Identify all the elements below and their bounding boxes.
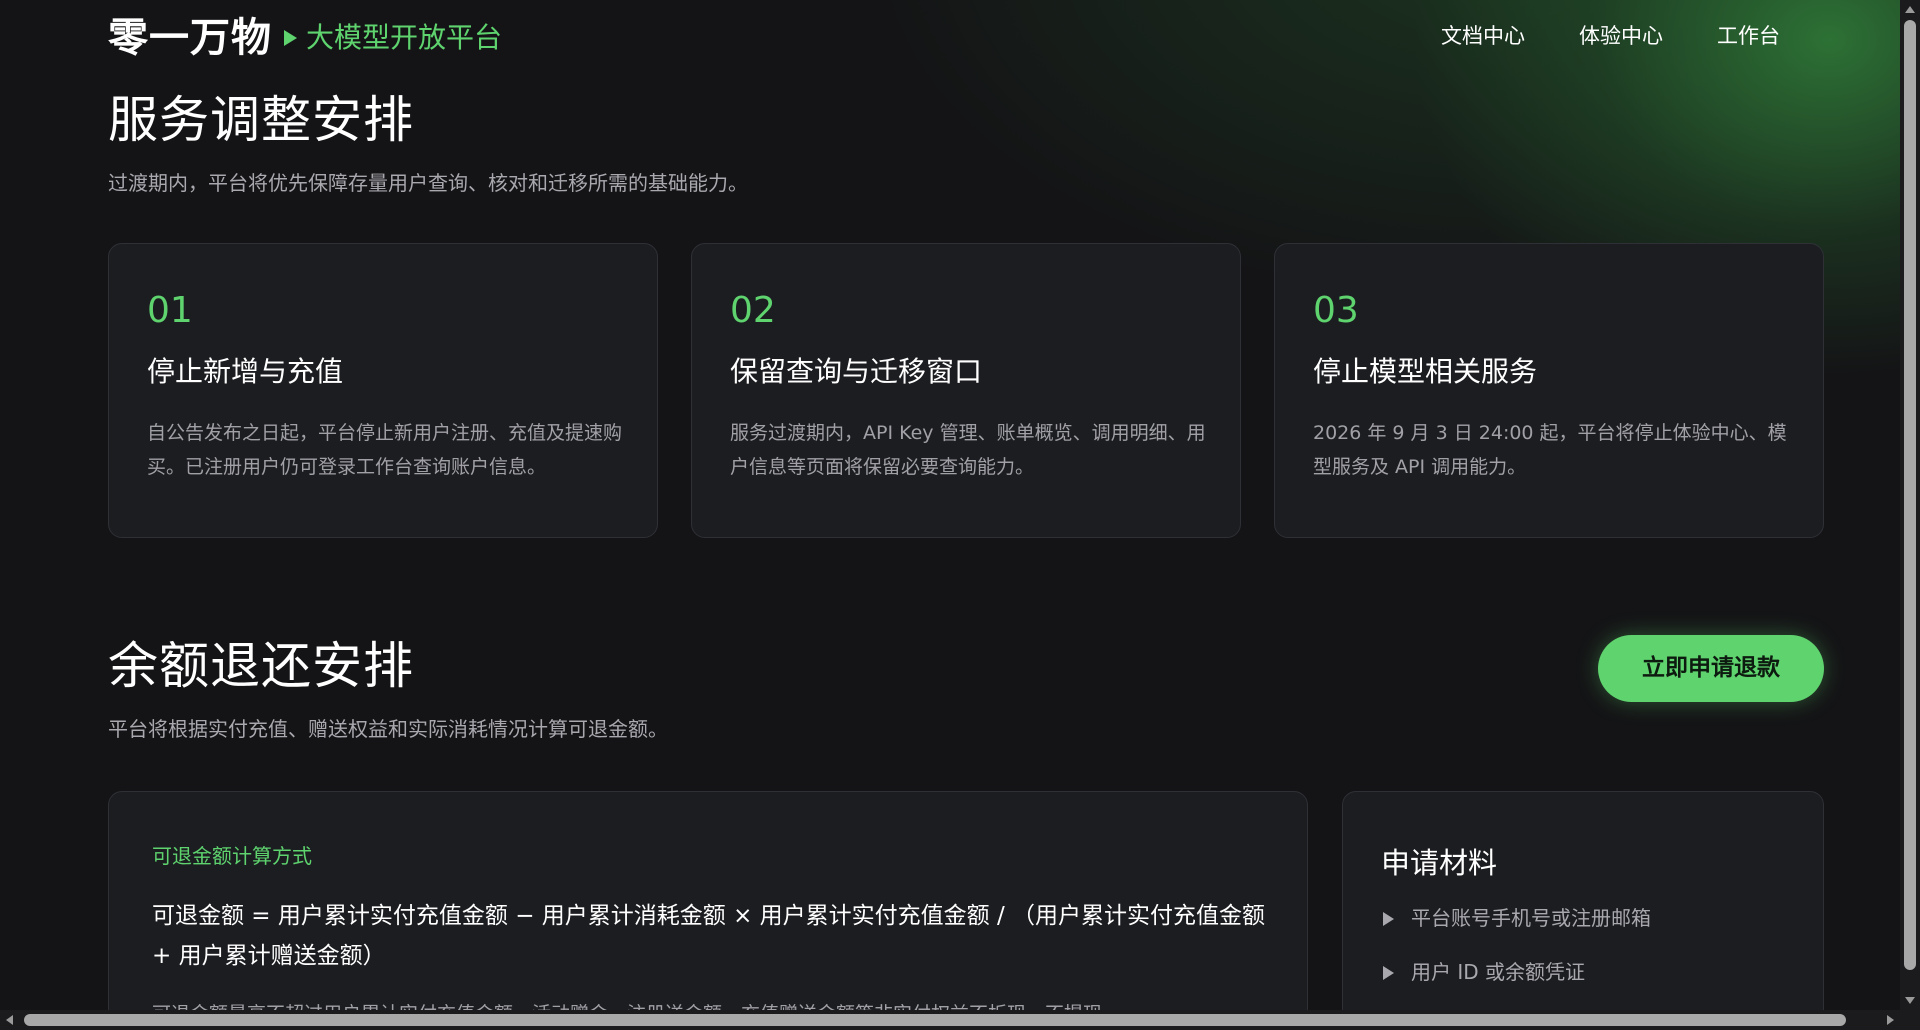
nav-workbench[interactable]: 工作台 <box>1717 20 1780 52</box>
horizontal-scroll-thumb[interactable] <box>24 1014 1846 1026</box>
service-section-desc: 过渡期内，平台将优先保障存量用户查询、核对和迁移所需的基础能力。 <box>108 171 748 195</box>
application-materials-card: 申请材料 平台账号手机号或注册邮箱 用户 ID 或余额凭证 <box>1342 791 1824 1010</box>
card-title: 停止新增与充值 <box>147 355 344 388</box>
list-item: 用户 ID 或余额凭证 <box>1381 958 1651 986</box>
formula-note: 可退金额最高不超过用户累计实付充值金额，活动赠金、注册送金额、充值赠送金额等非实… <box>152 1000 1272 1010</box>
play-triangle-icon <box>284 30 297 46</box>
list-item: 平台账号手机号或注册邮箱 <box>1381 904 1651 932</box>
refund-section-desc: 平台将根据实付充值、赠送权益和实际消耗情况计算可退金额。 <box>108 717 668 741</box>
refund-formula-card: 可退金额计算方式 可退金额 = 用户累计实付充值金额 − 用户累计消耗金额 × … <box>108 791 1308 1010</box>
formula-label: 可退金额计算方式 <box>152 844 312 868</box>
card-title: 保留查询与迁移窗口 <box>730 355 983 388</box>
card-number: 02 <box>730 290 776 331</box>
materials-list: 平台账号手机号或注册邮箱 用户 ID 或余额凭证 <box>1381 904 1651 1010</box>
nav-docs-center[interactable]: 文档中心 <box>1441 20 1525 52</box>
service-card-1: 01 停止新增与充值 自公告发布之日起，平台停止新用户注册、充值及提速购买。已注… <box>108 243 658 538</box>
page: 零一万物 大模型开放平台 文档中心 体验中心 工作台 服务调整安排 过渡期内，平… <box>0 0 1900 1010</box>
top-nav: 文档中心 体验中心 工作台 <box>1441 20 1780 52</box>
horizontal-scrollbar[interactable] <box>0 1010 1900 1030</box>
card-number: 01 <box>147 290 193 331</box>
scroll-right-arrow-icon[interactable] <box>1887 1015 1894 1025</box>
bullet-triangle-icon <box>1383 966 1394 980</box>
scroll-down-arrow-icon[interactable] <box>1905 997 1915 1004</box>
vertical-scroll-thumb[interactable] <box>1904 20 1916 970</box>
material-item-label: 用户 ID 或余额凭证 <box>1411 960 1586 984</box>
refund-section-title: 余额退还安排 <box>108 637 414 695</box>
service-card-3: 03 停止模型相关服务 2026 年 9 月 3 日 24:00 起，平台将停止… <box>1274 243 1824 538</box>
materials-title: 申请材料 <box>1381 846 1498 880</box>
service-card-2: 02 保留查询与迁移窗口 服务过渡期内，API Key 管理、账单概览、调用明细… <box>691 243 1241 538</box>
card-title: 停止模型相关服务 <box>1313 355 1538 388</box>
scrollbar-corner <box>1900 1010 1920 1030</box>
card-number: 03 <box>1313 290 1359 331</box>
card-desc: 服务过渡期内，API Key 管理、账单概览、调用明细、用户信息等页面将保留必要… <box>730 422 1206 478</box>
card-desc: 自公告发布之日起，平台停止新用户注册、充值及提速购买。已注册用户仍可登录工作台查… <box>147 422 623 478</box>
material-item-label: 平台账号手机号或注册邮箱 <box>1411 906 1651 930</box>
scroll-left-arrow-icon[interactable] <box>6 1015 13 1025</box>
bullet-triangle-icon <box>1383 912 1394 926</box>
card-desc: 2026 年 9 月 3 日 24:00 起，平台将停止体验中心、模型服务及 A… <box>1313 422 1787 478</box>
logo[interactable]: 零一万物 <box>108 12 272 64</box>
formula-text: 可退金额 = 用户累计实付充值金额 − 用户累计消耗金额 × 用户累计实付充值金… <box>152 903 1266 969</box>
platform-name: 大模型开放平台 <box>306 21 503 54</box>
header: 零一万物 大模型开放平台 文档中心 体验中心 工作台 <box>108 12 1780 64</box>
vertical-scrollbar[interactable] <box>1900 0 1920 1010</box>
scroll-up-arrow-icon[interactable] <box>1905 6 1915 13</box>
apply-refund-button[interactable]: 立即申请退款 <box>1598 635 1824 702</box>
nav-experience-center[interactable]: 体验中心 <box>1579 20 1663 52</box>
service-section-title: 服务调整安排 <box>108 91 414 149</box>
